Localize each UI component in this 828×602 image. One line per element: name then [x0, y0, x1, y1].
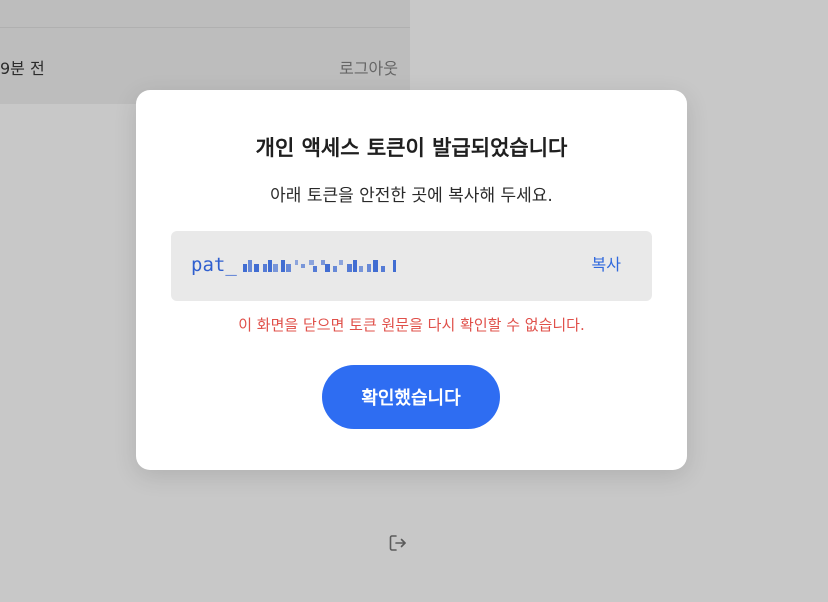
- session-row: 9분 전 로그아웃: [0, 52, 398, 82]
- copy-button[interactable]: 복사: [592, 254, 621, 276]
- token-display: pat_ 복사: [171, 231, 652, 301]
- token-issued-dialog: 개인 액세스 토큰이 발급되었습니다 아래 토큰을 안전한 곳에 복사해 두세요…: [136, 90, 687, 470]
- dialog-title: 개인 액세스 토큰이 발급되었습니다: [255, 136, 568, 160]
- session-time: 9분 전: [0, 59, 45, 78]
- confirm-button[interactable]: 확인했습니다: [322, 365, 500, 429]
- logout-icon[interactable]: [387, 532, 409, 554]
- background-session-panel: 9분 전 로그아웃: [0, 0, 410, 104]
- dialog-subtitle: 아래 토큰을 안전한 곳에 복사해 두세요.: [270, 186, 553, 206]
- token-prefix: pat_: [191, 254, 237, 276]
- logout-link[interactable]: 로그아웃: [339, 55, 398, 79]
- redacted-token-value: [243, 260, 396, 272]
- divider: [0, 27, 410, 28]
- warning-message: 이 화면을 닫으면 토큰 원문을 다시 확인할 수 없습니다.: [238, 316, 585, 334]
